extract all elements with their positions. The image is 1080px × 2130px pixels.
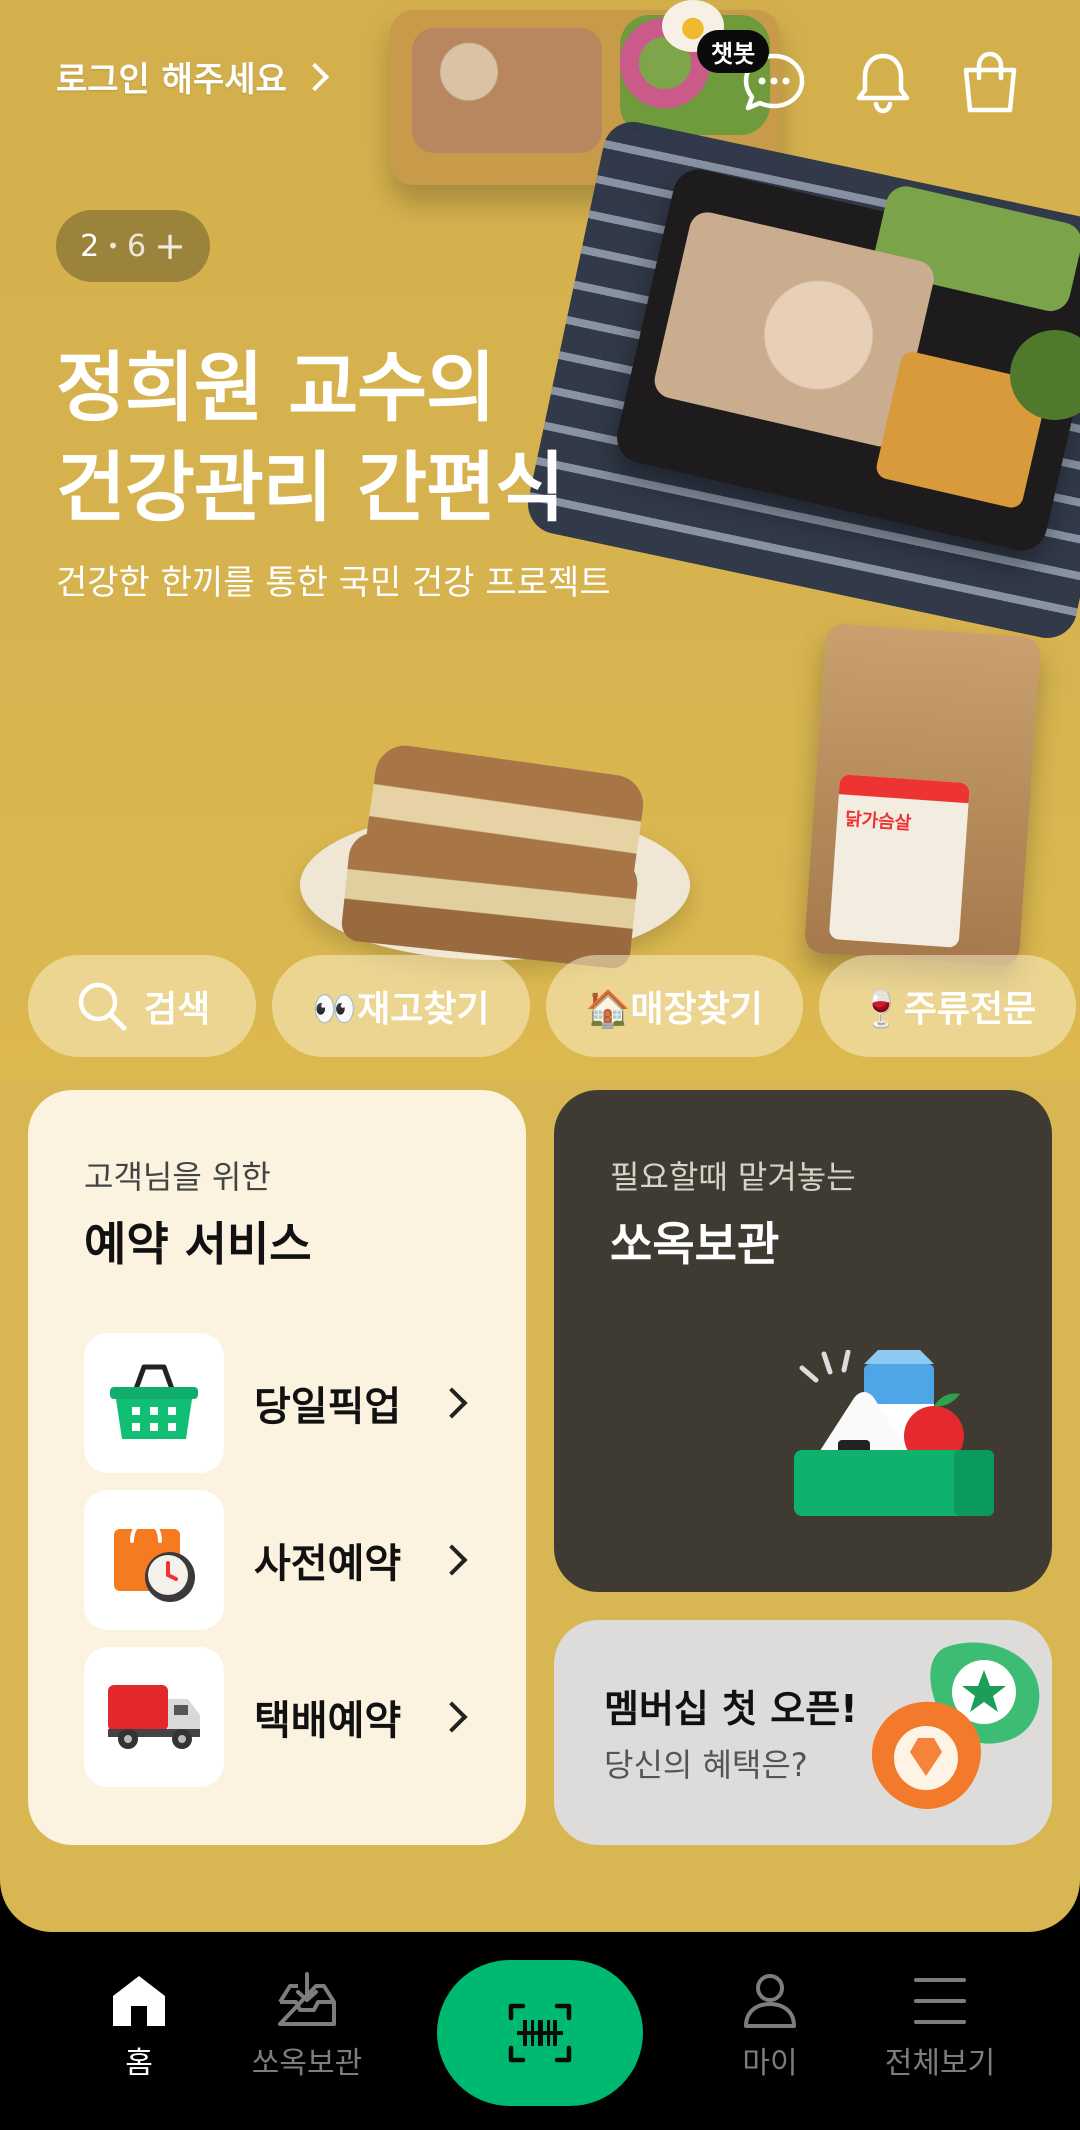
inbox-download-icon	[278, 1972, 336, 2026]
banner-title: 정희원 교수의 건강관리 간편식	[56, 338, 565, 538]
cart-button[interactable]	[956, 48, 1024, 116]
notifications-button[interactable]	[849, 48, 917, 116]
membership-title: 멤버십 첫 오픈!	[604, 1687, 858, 1731]
store-finder-label: 🏠매장찾기	[585, 989, 763, 1030]
pre-order-label: 사전예약	[254, 1541, 402, 1587]
person-icon	[744, 1974, 796, 2028]
storage-kicker: 필요할때 맡겨놓는	[610, 1158, 856, 1196]
storage-title: 쏘옥보관	[610, 1217, 780, 1271]
pager-current: 2	[80, 228, 100, 264]
pager-separator: •	[107, 234, 119, 258]
home-icon	[113, 1976, 165, 2026]
login-link[interactable]: 로그인 해주세요	[56, 52, 329, 101]
storage-box-illustration-icon	[794, 1350, 994, 1516]
bottom-nav: 홈 쏘옥보관 마이 전체보기	[0, 1932, 1080, 2130]
reservation-title: 예약 서비스	[84, 1217, 312, 1271]
banner-title-line2: 건강관리 간편식	[56, 443, 565, 532]
package-label: 닭가슴살	[844, 808, 912, 835]
delivery-truck-icon	[84, 1647, 224, 1787]
membership-badge-icon	[871, 1642, 1040, 1809]
chevron-right-icon	[436, 1701, 468, 1733]
same-day-pickup-label: 당일픽업	[254, 1384, 402, 1430]
login-label: 로그인 해주세요	[56, 60, 287, 100]
reservation-card: 고객님을 위한 예약 서비스 당일픽업 사전예약 택배예약	[28, 1090, 526, 1845]
nav-storage[interactable]: 쏘옥보관	[227, 1972, 387, 2082]
shopping-bag-icon	[963, 51, 1017, 113]
app-screen: 닭가슴살 2 • 6 + 정희원 교수의 건강관리 간편식 건강한 한끼를 통한…	[0, 0, 1080, 2130]
search-chip-label: 검색	[144, 989, 211, 1030]
banner-pager[interactable]: 2 • 6 +	[56, 210, 210, 282]
nav-home-label: 홈	[125, 2046, 153, 2081]
membership-subtitle: 당신의 혜택은?	[604, 1746, 808, 1784]
reservation-kicker: 고객님을 위한	[84, 1158, 271, 1196]
chevron-right-icon	[300, 62, 329, 91]
barcode-scan-button[interactable]	[437, 1960, 643, 2106]
quick-chips: 검색 👀재고찾기 🏠매장찾기 🍷주류전문	[28, 955, 1077, 1057]
nav-storage-label: 쏘옥보관	[251, 2046, 363, 2081]
home-main: 닭가슴살 2 • 6 + 정희원 교수의 건강관리 간편식 건강한 한끼를 통한…	[0, 0, 1080, 1932]
stock-finder-label: 👀재고찾기	[312, 989, 490, 1030]
liquor-chip-label: 🍷주류전문	[858, 989, 1037, 1030]
plus-icon: +	[154, 224, 186, 268]
banner-title-line1: 정희원 교수의	[56, 343, 496, 432]
pre-order-item[interactable]: 사전예약	[84, 1490, 504, 1630]
search-chip[interactable]: 검색	[28, 955, 257, 1057]
parcel-reservation-item[interactable]: 택배예약	[84, 1647, 504, 1787]
nav-all-menu[interactable]: 전체보기	[860, 1972, 1020, 2082]
nav-home[interactable]: 홈	[59, 1972, 219, 2082]
membership-card[interactable]: 멤버십 첫 오픈! 당신의 혜택은?	[554, 1620, 1052, 1845]
same-day-pickup-item[interactable]: 당일픽업	[84, 1333, 504, 1473]
store-finder-chip[interactable]: 🏠매장찾기	[545, 955, 803, 1057]
nav-all-menu-label: 전체보기	[884, 2046, 996, 2081]
chatbot-badge: 챗봇	[697, 30, 770, 73]
search-icon	[78, 982, 127, 1031]
liquor-chip[interactable]: 🍷주류전문	[818, 955, 1077, 1057]
bell-icon	[856, 53, 910, 114]
barcode-scan-icon	[508, 2003, 572, 2063]
nav-my-label: 마이	[742, 2046, 798, 2081]
storage-card[interactable]: 필요할때 맡겨놓는 쏘옥보관	[554, 1090, 1052, 1592]
promo-banner[interactable]: 닭가슴살 2 • 6 + 정희원 교수의 건강관리 간편식 건강한 한끼를 통한…	[0, 0, 1080, 1080]
menu-icon	[914, 1978, 966, 2024]
chevron-right-icon	[436, 1544, 468, 1576]
basket-icon	[84, 1333, 224, 1473]
stock-finder-chip[interactable]: 👀재고찾기	[272, 955, 530, 1057]
nav-my[interactable]: 마이	[690, 1972, 850, 2082]
shopping-bag-clock-icon	[84, 1490, 224, 1630]
chevron-right-icon	[436, 1387, 468, 1419]
parcel-reservation-label: 택배예약	[254, 1698, 402, 1744]
pager-total: 6	[126, 228, 147, 264]
banner-subtitle: 건강한 한끼를 통한 국민 건강 프로젝트	[56, 563, 611, 603]
food-image-sandwich-package: 닭가슴살	[803, 622, 1042, 968]
